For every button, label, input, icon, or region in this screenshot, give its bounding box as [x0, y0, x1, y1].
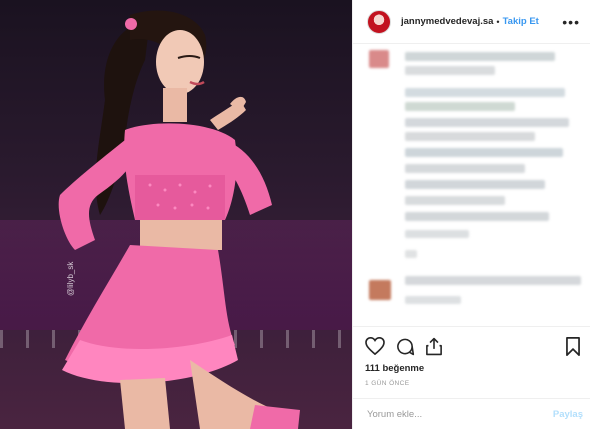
blurred-caption-line — [405, 102, 515, 111]
blurred-comment-line — [405, 276, 581, 285]
blurred-avatar — [369, 50, 389, 68]
bookmark-icon[interactable] — [565, 336, 581, 356]
blurred-caption-line — [405, 132, 535, 141]
share-icon[interactable] — [425, 337, 443, 356]
likes-count[interactable]: 111 beğenme — [365, 363, 581, 374]
avatar[interactable] — [367, 9, 391, 34]
comment-icon[interactable] — [395, 337, 415, 356]
skater-illustration — [58, 10, 300, 429]
blurred-caption-line — [405, 230, 469, 238]
follow-button[interactable]: Takip Et — [503, 16, 539, 27]
comment-form: Paylaş — [353, 398, 590, 429]
blurred-comment-line — [405, 296, 461, 304]
blurred-commenter-avatar — [369, 280, 391, 300]
blurred-caption-line — [405, 118, 569, 127]
action-icons — [365, 333, 581, 359]
username-link[interactable]: jannymedvedevaj.sa — [401, 16, 493, 27]
blurred-caption-line — [405, 196, 505, 205]
post-details-panel: jannymedvedevaj.sa • Takip Et ••• 111 be… — [352, 0, 590, 429]
heart-icon[interactable] — [365, 337, 385, 355]
photo-watermark: @lilyb_sk — [66, 261, 75, 296]
blurred-caption-line — [405, 250, 417, 258]
post-header: jannymedvedevaj.sa • Takip Et ••• — [353, 0, 590, 44]
more-options-icon[interactable]: ••• — [562, 14, 580, 30]
blurred-caption-line — [405, 180, 545, 189]
blurred-caption-line — [405, 88, 565, 97]
post-timestamp[interactable]: 1 GÜN ÖNCE — [365, 380, 581, 387]
separator-dot: • — [496, 16, 500, 27]
blurred-caption-line — [405, 212, 549, 221]
blurred-caption-line — [405, 148, 563, 157]
post-actions: 111 beğenme 1 GÜN ÖNCE — [353, 326, 590, 387]
post-comment-button[interactable]: Paylaş — [553, 409, 583, 420]
blurred-caption-line — [405, 52, 555, 61]
comment-input[interactable] — [367, 408, 553, 420]
comments-area — [353, 44, 590, 326]
blurred-caption-line — [405, 164, 525, 173]
blurred-caption-line — [405, 66, 495, 75]
post-photo[interactable]: @lilyb_sk — [0, 0, 352, 429]
